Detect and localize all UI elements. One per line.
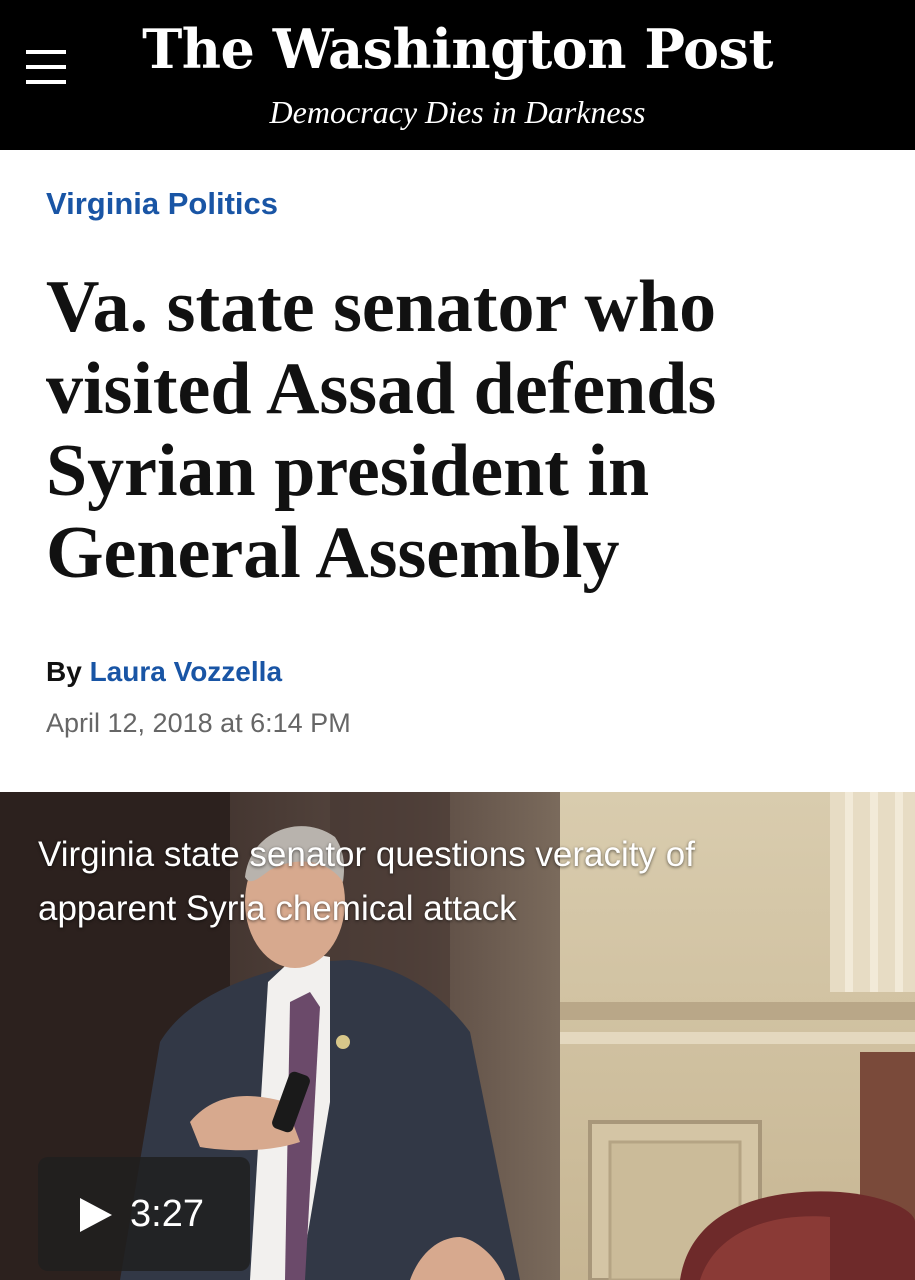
article-headline: Va. state senator who visited Assad defe…	[46, 266, 717, 594]
byline-prefix: By	[46, 656, 82, 687]
play-icon	[80, 1198, 112, 1232]
author-link[interactable]: Laura Vozzella	[90, 656, 282, 687]
byline: By Laura Vozzella	[46, 654, 282, 690]
section-kicker-link[interactable]: Virginia Politics	[46, 184, 278, 224]
play-button[interactable]: 3:27	[38, 1157, 250, 1271]
video-caption: Virginia state senator questions veracit…	[38, 835, 695, 928]
video-player[interactable]: Virginia state senator questions veracit…	[0, 792, 915, 1280]
video-duration: 3:27	[130, 1193, 204, 1235]
site-header: The Washington Post Democracy Dies in Da…	[0, 0, 915, 150]
publish-timestamp: April 12, 2018 at 6:14 PM	[46, 708, 351, 738]
site-logo[interactable]: The Washington Post	[0, 16, 915, 82]
site-tagline: Democracy Dies in Darkness	[269, 94, 646, 130]
